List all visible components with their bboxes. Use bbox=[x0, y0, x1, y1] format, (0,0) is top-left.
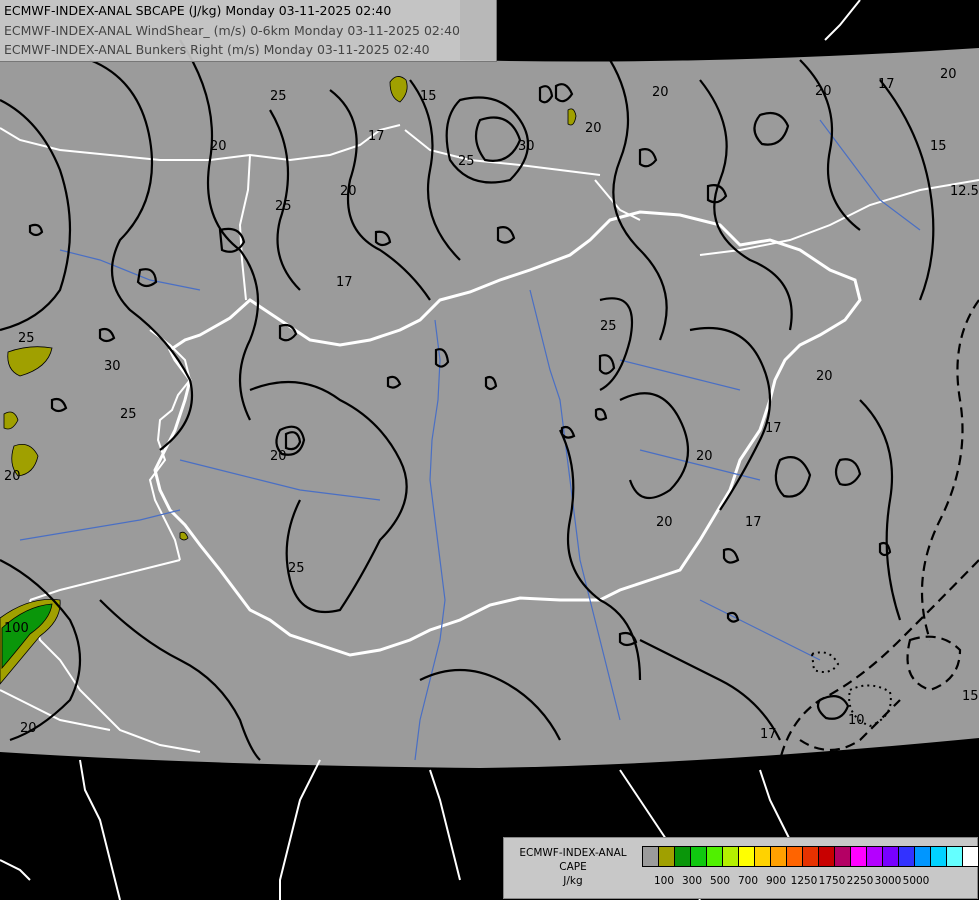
contour-label: 30 bbox=[518, 139, 535, 154]
contour-label: 25 bbox=[120, 407, 137, 422]
contour-label: 17 bbox=[760, 727, 777, 742]
data-domain bbox=[0, 0, 979, 768]
contour-label: 20 bbox=[940, 67, 957, 82]
legend-tick-label: 2250 bbox=[846, 875, 874, 887]
legend-swatch bbox=[642, 846, 659, 867]
header-sbcape-title: ECMWF-INDEX-ANAL SBCAPE (J/kg) Monday 03… bbox=[4, 3, 392, 18]
legend-swatches bbox=[642, 846, 979, 867]
contour-label: 15 bbox=[930, 139, 947, 154]
contour-label: 25 bbox=[600, 319, 617, 334]
contour-label: 17 bbox=[745, 515, 762, 530]
map-header: ECMWF-INDEX-ANAL SBCAPE (J/kg) Monday 03… bbox=[0, 0, 497, 62]
legend-swatch bbox=[754, 846, 771, 867]
contour-label: 20 bbox=[815, 84, 832, 99]
legend-tick-label: 700 bbox=[737, 875, 759, 887]
legend-swatch bbox=[834, 846, 851, 867]
legend-swatch bbox=[866, 846, 883, 867]
contour-label: 17 bbox=[765, 421, 782, 436]
header-bunkers-title: ECMWF-INDEX-ANAL Bunkers Right (m/s) Mon… bbox=[4, 42, 430, 57]
contour-label: 20 bbox=[585, 121, 602, 136]
legend-swatch bbox=[818, 846, 835, 867]
legend-swatch bbox=[706, 846, 723, 867]
contour-label: 20 bbox=[656, 515, 673, 530]
contour-label: 15 bbox=[962, 689, 979, 704]
contour-label: 17 bbox=[878, 77, 895, 92]
legend-swatch bbox=[802, 846, 819, 867]
contour-label: 20 bbox=[652, 85, 669, 100]
legend-tick-label: 500 bbox=[709, 875, 731, 887]
contour-label: 20 bbox=[20, 721, 37, 736]
contour-label: 20 bbox=[696, 449, 713, 464]
legend-swatch bbox=[946, 846, 963, 867]
legend-title: ECMWF-INDEX-ANAL CAPE J/kg bbox=[508, 846, 638, 888]
legend-swatch bbox=[722, 846, 739, 867]
legend-swatch bbox=[690, 846, 707, 867]
legend-swatch bbox=[738, 846, 755, 867]
cape-legend: ECMWF-INDEX-ANAL CAPE J/kg 100 300 500 700 9… bbox=[503, 837, 979, 899]
contour-label: 20 bbox=[270, 449, 287, 464]
header-windshear-title: ECMWF-INDEX-ANAL WindShear_ (m/s) 0-6km … bbox=[4, 23, 460, 38]
legend-tick-label: 1250 bbox=[790, 875, 818, 887]
contour-label: 20 bbox=[340, 184, 357, 199]
legend-title-param: CAPE bbox=[559, 861, 587, 873]
contour-label: 25 bbox=[18, 331, 35, 346]
contour-label: 25 bbox=[458, 154, 475, 169]
contour-label: 20 bbox=[816, 369, 833, 384]
contour-label: 15 bbox=[420, 89, 437, 104]
legend-swatch bbox=[962, 846, 979, 867]
legend-swatch bbox=[850, 846, 867, 867]
contour-label: 100 bbox=[4, 621, 29, 636]
legend-tick-label: 100 bbox=[653, 875, 675, 887]
legend-title-model: ECMWF-INDEX-ANAL bbox=[519, 847, 627, 859]
contour-label: 20 bbox=[4, 469, 21, 484]
legend-swatch bbox=[674, 846, 691, 867]
contour-label: 25 bbox=[270, 89, 287, 104]
contour-label: 25 bbox=[275, 199, 292, 214]
legend-swatch bbox=[882, 846, 899, 867]
contour-label: 12.5 bbox=[950, 184, 979, 199]
legend-tick-label: 900 bbox=[765, 875, 787, 887]
legend-swatch bbox=[914, 846, 931, 867]
data-domain-top-cut bbox=[460, 0, 979, 62]
legend-swatch bbox=[786, 846, 803, 867]
legend-tick-label: 5000 bbox=[902, 875, 930, 887]
legend-title-unit: J/kg bbox=[563, 875, 583, 887]
weather-map: 25 20 15 30 20 17 20 25 20 17 15 12.5 20… bbox=[0, 0, 979, 900]
contour-label: 20 bbox=[210, 139, 227, 154]
contour-label: 25 bbox=[288, 561, 305, 576]
legend-tick-label: 3000 bbox=[874, 875, 902, 887]
legend-ticks: 100 300 500 700 900 1250 1750 2250 3000 5000 bbox=[642, 875, 972, 889]
contour-label: 17 bbox=[336, 275, 353, 290]
contour-label: 30 bbox=[104, 359, 121, 374]
contour-label: 17 bbox=[368, 129, 385, 144]
contour-label: 10 bbox=[848, 713, 865, 728]
legend-swatch bbox=[930, 846, 947, 867]
legend-tick-label: 300 bbox=[681, 875, 703, 887]
legend-swatch bbox=[658, 846, 675, 867]
legend-swatch bbox=[898, 846, 915, 867]
legend-tick-label: 1750 bbox=[818, 875, 846, 887]
legend-swatch bbox=[770, 846, 787, 867]
